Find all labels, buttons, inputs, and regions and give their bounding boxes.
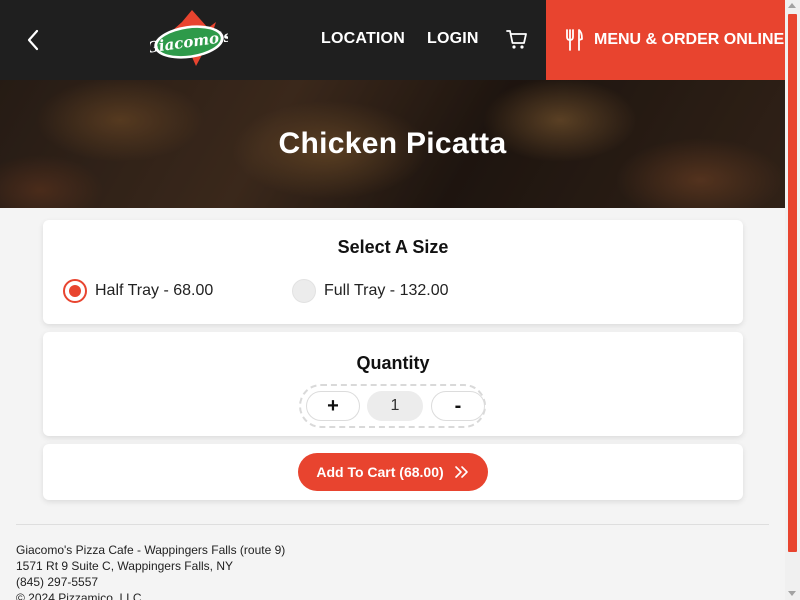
scroll-down-arrow-icon[interactable] <box>788 591 796 596</box>
add-to-cart-button[interactable]: Add To Cart (68.00) <box>298 453 488 491</box>
fork-knife-icon <box>566 29 583 51</box>
footer-phone[interactable]: (845) 297-5557 <box>16 574 285 590</box>
hero-banner: Chicken Picatta <box>0 80 785 208</box>
vertical-scrollbar[interactable] <box>785 0 800 600</box>
quantity-stepper: + 1 - <box>299 384 486 428</box>
scroll-up-arrow-icon[interactable] <box>788 3 796 8</box>
page: Giacomo's LOCATION LOGIN MENU & ORDER ON… <box>0 0 785 600</box>
size-option-full-tray[interactable]: Full Tray - 132.00 <box>292 279 449 303</box>
size-option-label: Half Tray - 68.00 <box>95 282 214 299</box>
nav-location-link[interactable]: LOCATION <box>321 30 405 48</box>
size-title: Select A Size <box>337 237 449 257</box>
footer-divider <box>16 524 769 525</box>
back-button[interactable] <box>18 25 48 55</box>
menu-order-online-button[interactable]: MENU & ORDER ONLINE <box>546 0 785 80</box>
double-chevron-right-icon <box>454 466 468 478</box>
quantity-card: Quantity + 1 - <box>43 332 743 436</box>
site-footer: Giacomo's Pizza Cafe - Wappingers Falls … <box>16 542 285 600</box>
radio-unselected[interactable] <box>292 279 316 303</box>
footer-business-name: Giacomo's Pizza Cafe - Wappingers Falls … <box>16 543 286 557</box>
size-card: Select A Size Half Tray - 68.00 Full Tra… <box>43 220 743 324</box>
quantity-title: Quantity <box>356 353 430 373</box>
quantity-value: 1 <box>367 391 423 421</box>
add-to-cart-label: Add To Cart (68.00) <box>316 464 444 480</box>
size-option-label: Full Tray - 132.00 <box>324 282 449 299</box>
quantity-increase-button[interactable]: + <box>306 391 360 421</box>
nav-login-link[interactable]: LOGIN <box>427 30 479 48</box>
scrollbar-thumb[interactable] <box>788 14 797 552</box>
footer-copyright: © 2024 Pizzamico, LLC <box>16 591 142 600</box>
chevron-left-icon <box>27 29 39 51</box>
cart-icon <box>506 30 527 49</box>
footer-address: 1571 Rt 9 Suite C, Wappingers Falls, NY <box>16 559 233 573</box>
site-logo[interactable]: Giacomo's <box>145 8 234 70</box>
site-header: Giacomo's LOCATION LOGIN MENU & ORDER ON… <box>0 0 785 80</box>
size-option-half-tray[interactable]: Half Tray - 68.00 <box>63 279 213 303</box>
menu-order-online-label: MENU & ORDER ONLINE <box>594 31 785 48</box>
add-to-cart-card: Add To Cart (68.00) <box>43 444 743 500</box>
radio-selected[interactable] <box>63 279 87 303</box>
quantity-decrease-button[interactable]: - <box>431 391 485 421</box>
page-title: Chicken Picatta <box>278 127 507 160</box>
cart-button[interactable] <box>505 27 531 53</box>
